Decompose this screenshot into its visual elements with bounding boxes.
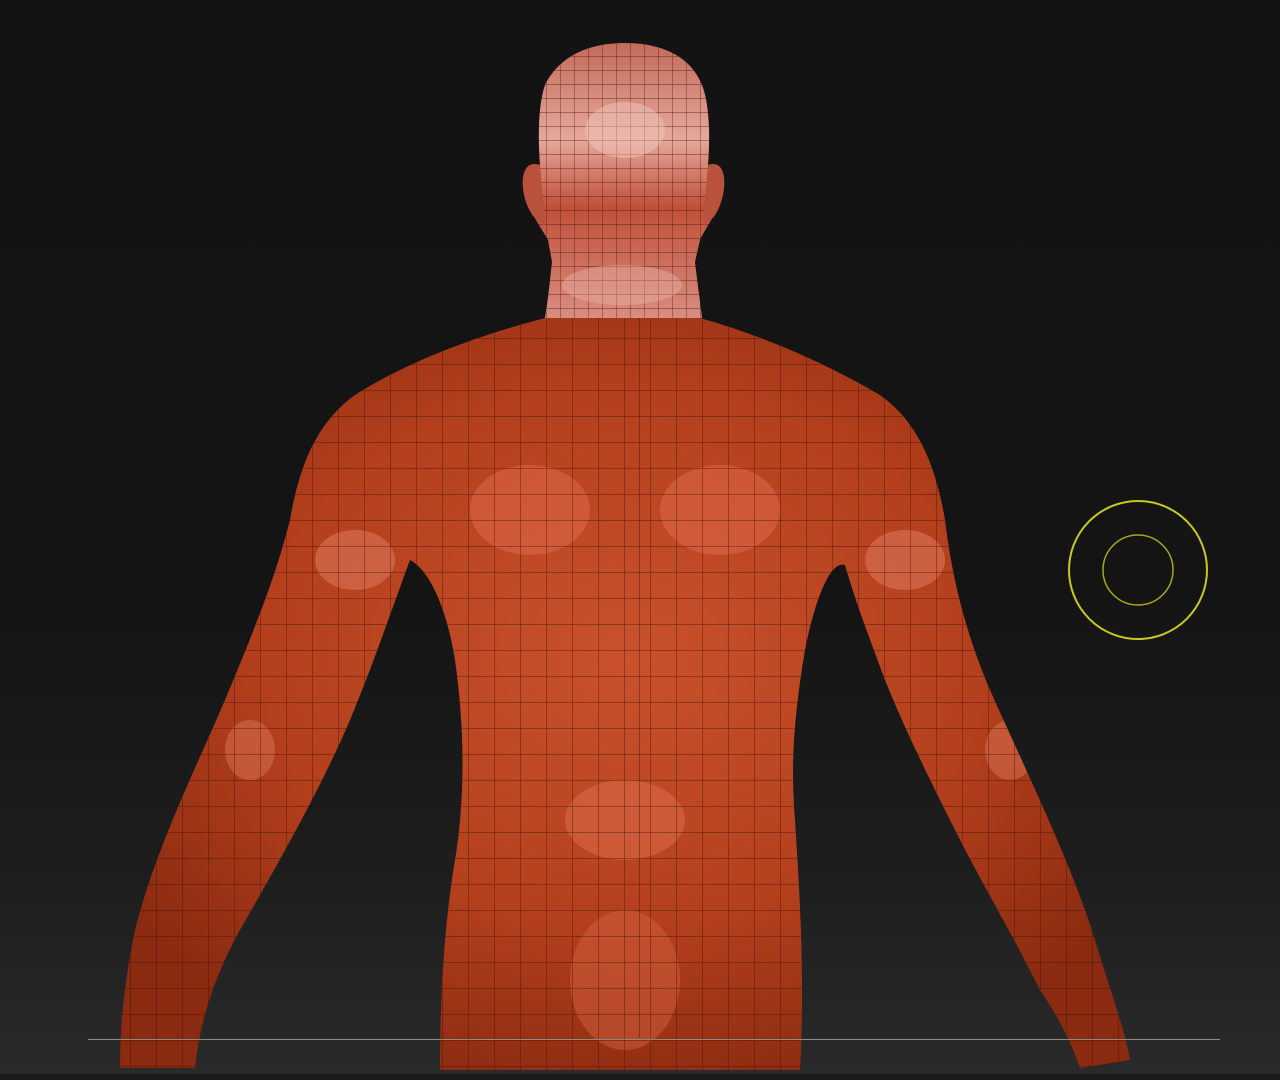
brush-cursor-icon[interactable]	[1067, 499, 1209, 641]
viewport-bottom-edge	[0, 1074, 1280, 1080]
head-mesh	[525, 43, 722, 318]
floor-grid-line	[88, 1039, 1220, 1040]
3d-viewport[interactable]	[0, 0, 1280, 1080]
body-mesh	[120, 318, 1130, 1070]
symmetry-line	[639, 318, 640, 1038]
